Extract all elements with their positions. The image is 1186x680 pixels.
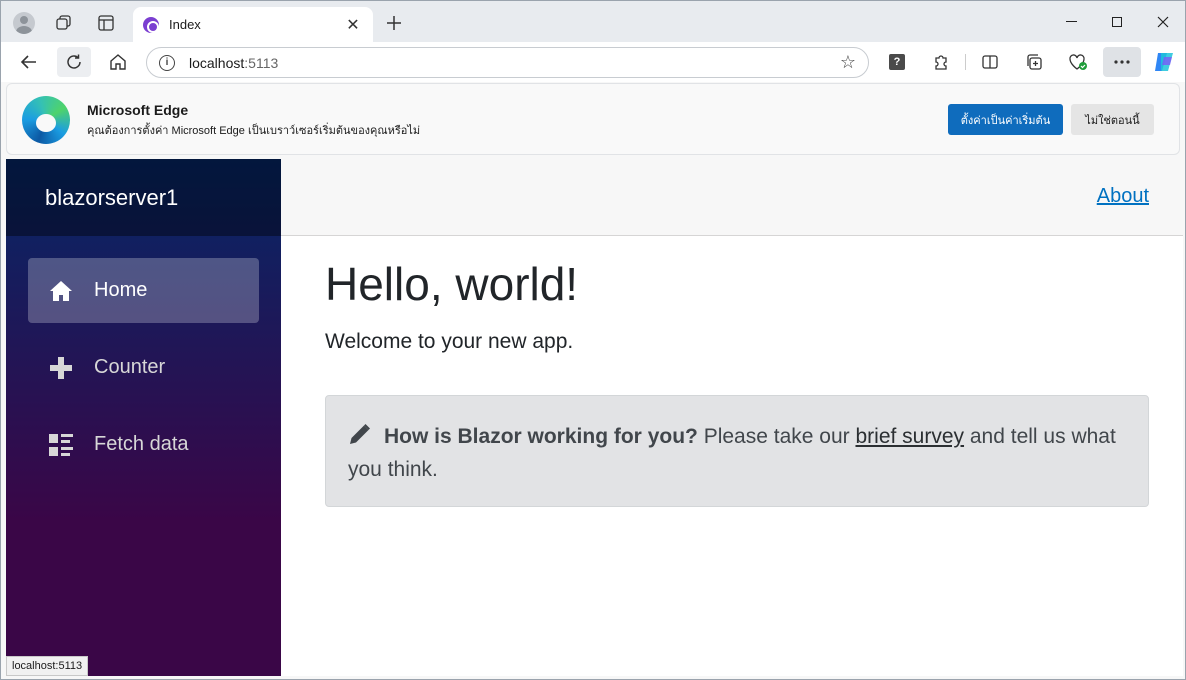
survey-text-before: Please take our: [703, 425, 850, 448]
survey-prompt: How is Blazor working for you? Please ta…: [325, 395, 1149, 507]
main-content: Hello, world! Welcome to your new app. H…: [325, 258, 1155, 507]
favorite-star-icon[interactable]: ☆: [840, 52, 856, 73]
reload-button[interactable]: [57, 47, 91, 77]
home-outline-icon: [110, 54, 126, 70]
profile-button[interactable]: [9, 9, 39, 37]
collections-button[interactable]: [1017, 47, 1051, 77]
address-bar[interactable]: i localhost:5113 ☆: [146, 47, 869, 78]
page-title: Hello, world!: [325, 258, 579, 310]
tab-title: Index: [169, 17, 201, 32]
pencil-icon: [348, 422, 372, 446]
blazor-favicon-icon: [143, 16, 159, 33]
copilot-icon: [1155, 53, 1173, 71]
url-host: localhost: [189, 54, 245, 71]
app-brand[interactable]: blazorserver1: [45, 185, 178, 211]
back-button[interactable]: [12, 47, 46, 77]
site-info-icon[interactable]: i: [159, 54, 175, 71]
browser-window: Index ✕ i localhost:5113 ☆ ? Microsoft E…: [0, 0, 1186, 680]
set-default-button[interactable]: ตั้งค่าเป็นค่าเริ่มต้น: [948, 104, 1063, 135]
top-row: About: [281, 159, 1183, 236]
plus-icon: [49, 356, 73, 380]
about-link[interactable]: About: [1097, 185, 1149, 208]
extensions-button[interactable]: [924, 47, 958, 77]
plus-icon: [387, 16, 401, 30]
tab-strip: Index ✕: [1, 1, 1185, 42]
minimize-button[interactable]: [1048, 1, 1094, 42]
nav-item-fetch-data[interactable]: Fetch data: [28, 412, 259, 477]
vertical-tabs-button[interactable]: [91, 9, 121, 37]
url-port: :5113: [244, 54, 279, 71]
toolbar-divider: [965, 54, 966, 70]
maximize-button[interactable]: [1094, 1, 1140, 42]
survey-question: How is Blazor working for you?: [384, 425, 698, 448]
nav-label-counter: Counter: [94, 356, 166, 378]
refresh-icon: [67, 54, 81, 69]
workspaces-button[interactable]: [49, 9, 79, 37]
nav-label-fetch-data: Fetch data: [94, 433, 189, 455]
welcome-text: Welcome to your new app.: [325, 329, 574, 353]
more-horizontal-icon: [1114, 60, 1130, 64]
new-tab-button[interactable]: [379, 9, 409, 37]
active-tab[interactable]: Index ✕: [133, 7, 373, 42]
home-button[interactable]: [101, 47, 135, 77]
infobar-message: คุณต้องการตั้งค่า Microsoft Edge เป็นเบร…: [87, 125, 421, 137]
app-sidebar: blazorserver1 Home Counter Fetch data: [6, 159, 281, 676]
nav-item-home[interactable]: Home: [28, 258, 259, 323]
url-text[interactable]: localhost:5113: [189, 55, 840, 71]
link-status-tooltip: localhost:5113: [6, 656, 89, 676]
nav-label-home: Home: [94, 279, 148, 301]
home-icon: [49, 279, 73, 303]
tab-close-icon[interactable]: ✕: [343, 15, 363, 35]
puzzle-icon: [935, 55, 947, 70]
browser-essentials-button[interactable]: [1061, 47, 1095, 77]
maximize-icon: [1112, 16, 1122, 27]
nav-item-counter[interactable]: Counter: [28, 335, 259, 400]
list-rich-icon: [49, 433, 73, 457]
profile-avatar-icon: [13, 12, 35, 34]
minimize-icon: [1065, 21, 1077, 22]
heart-pulse-icon: [1069, 54, 1087, 70]
tab-actions-icon: [98, 15, 114, 31]
default-browser-infobar: Microsoft Edge คุณต้องการตั้งค่า Microso…: [6, 83, 1180, 155]
split-screen-icon: [982, 55, 998, 69]
help-extension-icon: ?: [889, 54, 905, 70]
extension-button[interactable]: ?: [880, 47, 914, 77]
close-icon: [1157, 16, 1169, 27]
close-window-button[interactable]: [1140, 1, 1186, 42]
not-now-button[interactable]: ไม่ใช่ตอนนี้: [1071, 104, 1154, 135]
arrow-left-icon: [20, 55, 36, 69]
collections-icon: [1027, 54, 1042, 70]
workspaces-icon: [56, 15, 71, 30]
browser-toolbar: i localhost:5113 ☆ ?: [1, 42, 1185, 82]
copilot-button[interactable]: [1147, 47, 1181, 77]
page-viewport: blazorserver1 Home Counter Fetch data Ab…: [6, 159, 1183, 676]
edge-logo-icon: [22, 96, 70, 144]
split-screen-button[interactable]: [973, 47, 1007, 77]
brand-bar: blazorserver1: [6, 159, 281, 236]
settings-more-button[interactable]: [1103, 47, 1141, 77]
brief-survey-link[interactable]: brief survey: [855, 425, 964, 448]
infobar-title: Microsoft Edge: [87, 102, 189, 118]
